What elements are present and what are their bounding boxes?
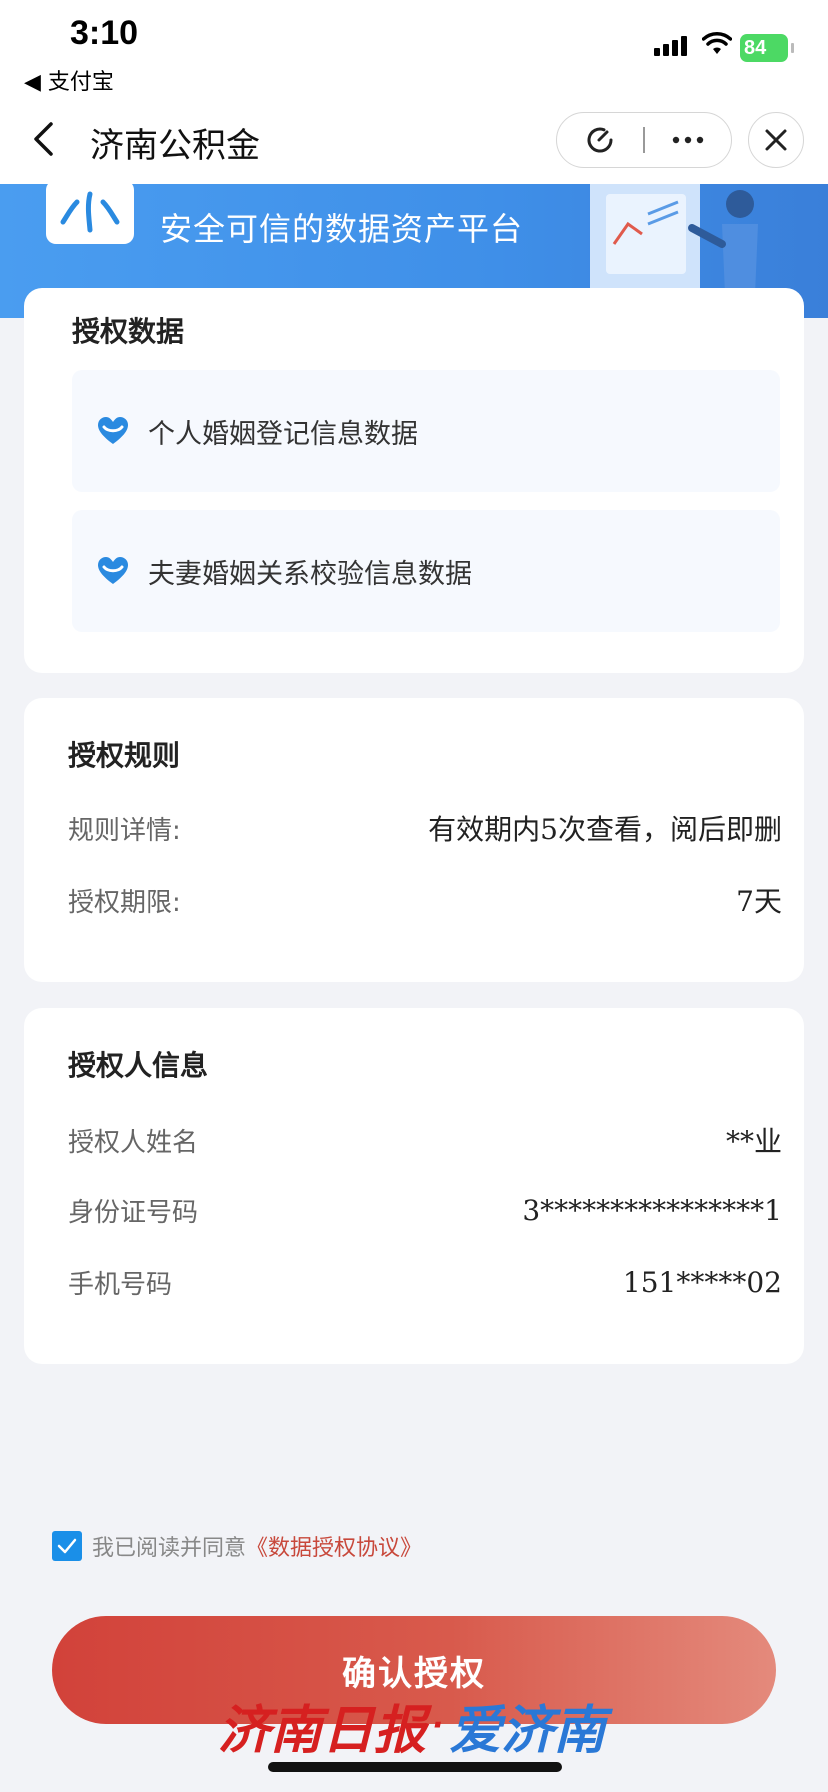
watermark-part2: 爱济南 [449,1701,606,1761]
refresh-button[interactable] [557,113,643,167]
authorizer-row-id: 身份证号码 3****************1 [68,1192,782,1229]
authorizer-info-card: 授权人信息 授权人姓名 **业 身份证号码 3****************1… [24,1008,804,1364]
authorizer-value: 3****************1 [522,1194,782,1227]
agreement-checkbox[interactable] [52,1531,82,1561]
authorizer-label: 授权人姓名 [68,1127,199,1158]
cellular-signal-icon [654,36,687,56]
agreement-row: 我已阅读并同意 《数据授权协议》 [52,1530,422,1562]
authorizer-label: 身份证号码 [68,1198,199,1228]
back-arrow-icon[interactable] [18,114,68,164]
auth-rules-card: 授权规则 规则详情: 有效期内5次查看，阅后即删 授权期限: 7天 [24,698,804,982]
page-title: 济南公积金 [90,126,260,166]
authorizer-row-name: 授权人姓名 **业 [68,1120,782,1160]
authorizer-row-phone: 手机号码 151*****02 [68,1264,782,1301]
watermark-dot: · [432,1708,444,1743]
authorizer-value: 151*****02 [622,1266,782,1299]
refresh-icon [587,127,613,153]
authorizer-info-title: 授权人信息 [68,1049,209,1082]
watermark-part1: 济南日报 [218,1700,427,1761]
rule-row-details: 规则详情: 有效期内5次查看，阅后即删 [68,808,782,848]
auth-data-card: 授权数据 个人婚姻登记信息数据 夫妻婚姻关系校验信息数据 [24,288,804,673]
data-item-marriage-registration: 个人婚姻登记信息数据 [72,370,780,492]
platform-logo [46,184,134,244]
close-button[interactable] [748,112,804,168]
status-time: 3:10 [70,14,139,52]
rule-value: 7天 [736,885,782,918]
authorizer-value: **业 [725,1125,782,1158]
mini-app-capsule [556,112,732,168]
rule-label: 授权期限: [68,887,181,918]
checkmark-icon [57,1538,77,1554]
authorizer-label: 手机号码 [68,1270,173,1300]
back-to-app-link[interactable]: ◀ 支付宝 [24,64,114,96]
rule-value: 有效期内5次查看，阅后即删 [428,813,782,846]
agreement-link[interactable]: 《数据授权协议》 [246,1530,422,1562]
more-icon [672,136,704,144]
auth-rules-title: 授权规则 [68,739,181,772]
heart-icon [98,417,128,444]
close-icon [765,129,787,151]
watermark: 济南日报 · 爱济南 [218,1688,605,1763]
rule-label: 规则详情: [68,815,181,846]
rule-row-duration: 授权期限: 7天 [68,880,782,920]
data-item-label: 夫妻婚姻关系校验信息数据 [148,558,472,590]
data-item-label: 个人婚姻登记信息数据 [148,418,418,450]
nav-bar: 济南公积金 [0,100,828,184]
data-item-spouse-verification: 夫妻婚姻关系校验信息数据 [72,510,780,632]
agreement-text: 我已阅读并同意 [92,1536,247,1561]
status-bar: 3:10 ◀ 支付宝 84 [0,0,828,100]
wifi-icon [701,32,733,60]
banner-slogan: 安全可信的数据资产平台 [160,210,524,248]
heart-icon [98,557,128,584]
more-button[interactable] [645,113,731,167]
home-indicator[interactable] [268,1762,562,1772]
battery-indicator: 84 [740,34,794,62]
auth-data-title: 授权数据 [72,315,185,348]
